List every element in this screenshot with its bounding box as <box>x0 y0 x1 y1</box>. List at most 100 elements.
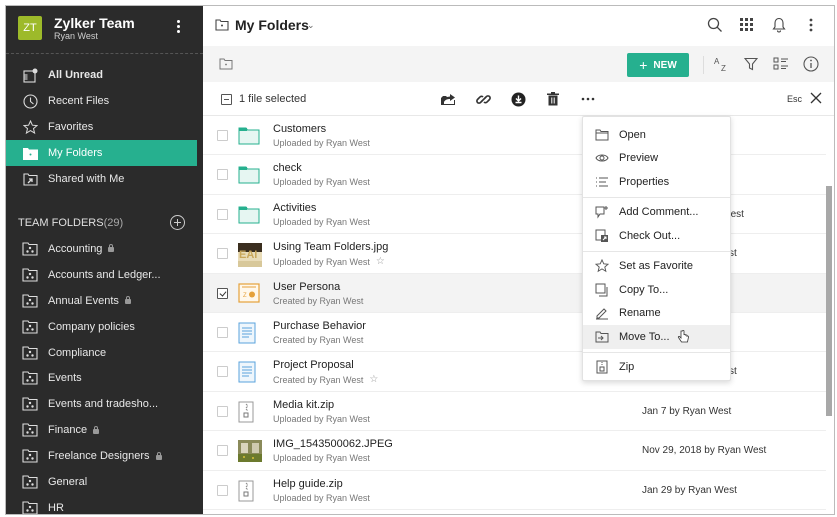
favorite-star-icon[interactable]: ☆ <box>376 256 385 267</box>
file-meta: Uploaded by Ryan West <box>273 453 370 463</box>
team-folder-item[interactable]: Compliance <box>6 340 203 366</box>
menu-item-preview[interactable]: Preview <box>583 147 730 171</box>
menu-divider <box>583 250 730 252</box>
team-folder-item[interactable]: Accounts and Ledger... <box>6 262 203 288</box>
file-checkbox[interactable] <box>217 287 228 299</box>
plus-icon: + <box>639 57 648 73</box>
scrollbar-thumb[interactable] <box>826 186 832 416</box>
scrollbar[interactable] <box>826 116 832 514</box>
team-folder-item[interactable]: General <box>6 469 203 495</box>
team-folder-item[interactable]: Company policies <box>6 314 203 340</box>
file-name[interactable]: IMG_1543500062.JPEG <box>273 438 393 450</box>
team-folder-icon <box>22 371 38 385</box>
info-icon[interactable] <box>802 55 820 73</box>
file-checkbox[interactable] <box>217 366 228 378</box>
file-name[interactable]: Help guide.zip <box>273 478 343 490</box>
team-avatar[interactable]: ZT <box>18 16 42 40</box>
sidebar-item-favorites[interactable]: Favorites <box>6 114 203 140</box>
file-checkbox[interactable] <box>217 445 228 457</box>
team-folders-list: Accounting Accounts and Ledger... Annual E… <box>6 236 203 514</box>
file-row[interactable]: Project Proposal Created by Ryan West ☆ st <box>203 352 826 392</box>
more-horizontal-icon[interactable] <box>579 90 597 108</box>
menu-item-open[interactable]: Open <box>583 123 730 147</box>
file-row[interactable]: Help guide.zip Uploaded by Ryan West Jan 2… <box>203 471 826 510</box>
menu-item-check-out[interactable]: Check Out... <box>583 224 730 248</box>
menu-item-properties[interactable]: Properties <box>583 170 730 194</box>
new-button[interactable]: + NEW <box>627 53 689 77</box>
team-name[interactable]: Zylker Team <box>54 15 135 31</box>
deselect-all-checkbox[interactable] <box>221 94 232 105</box>
file-row[interactable]: Customers Uploaded by Ryan West <box>203 116 826 156</box>
link-icon[interactable] <box>474 90 492 108</box>
file-row[interactable]: Media kit.zip Uploaded by Ryan West Jan 7 … <box>203 392 826 432</box>
image-file-icon: EAI <box>238 243 262 268</box>
unread-icon <box>22 67 38 83</box>
share-icon[interactable] <box>439 90 457 108</box>
file-row[interactable]: ActivitiesUploaded by Ryan Westn West <box>203 195 826 235</box>
menu-item-set-as-favorite[interactable]: Set as Favorite <box>583 255 730 279</box>
trash-icon[interactable] <box>544 90 562 108</box>
close-icon[interactable] <box>810 92 822 104</box>
team-folder-item[interactable]: HR <box>6 495 203 514</box>
team-menu-icon[interactable] <box>174 18 182 38</box>
view-list-icon[interactable] <box>772 55 790 73</box>
team-folder-icon <box>22 294 38 308</box>
team-folder-label: Accounts and Ledger... <box>48 268 161 281</box>
download-icon[interactable] <box>509 90 527 108</box>
file-checkbox[interactable] <box>217 484 228 496</box>
menu-item-rename[interactable]: Rename <box>583 302 730 326</box>
file-row[interactable]: check Uploaded by Ryan West <box>203 155 826 195</box>
favorite-star-icon[interactable]: ☆ <box>369 374 378 385</box>
file-name[interactable]: Activities <box>273 202 316 214</box>
file-name[interactable]: User Persona <box>273 281 340 293</box>
menu-item-move-to[interactable]: Move To... <box>583 325 730 349</box>
file-row[interactable]: Z User Persona Created by Ryan West <box>203 273 826 313</box>
file-checkbox[interactable] <box>217 130 228 141</box>
file-name[interactable]: Using Team Folders.jpg <box>273 241 388 253</box>
chevron-down-icon[interactable]: ⌄ <box>307 20 315 31</box>
team-folder-item[interactable]: Finance <box>6 417 203 443</box>
menu-item-add-comment[interactable]: Add Comment... <box>583 201 730 225</box>
sidebar-item-recent-files[interactable]: Recent Files <box>6 88 203 114</box>
file-row[interactable]: Purchase Behavior Created by Ryan West <box>203 313 826 353</box>
file-owner: Uploaded by Ryan West <box>273 453 370 464</box>
search-icon[interactable] <box>706 16 724 34</box>
file-name[interactable]: Project Proposal <box>273 359 354 371</box>
team-folder-item[interactable]: Annual Events <box>6 288 203 314</box>
team-folder-icon <box>22 345 38 360</box>
file-checkbox[interactable] <box>217 169 228 181</box>
team-folder-item[interactable]: Accounting <box>6 236 203 262</box>
menu-item-label: Rename <box>619 307 661 320</box>
file-checkbox[interactable] <box>217 208 228 220</box>
file-name[interactable]: Media kit.zip <box>273 399 334 411</box>
file-name[interactable]: Purchase Behavior <box>273 320 366 332</box>
sidebar-item-shared-with-me[interactable]: Shared with Me <box>6 166 203 192</box>
esc-label[interactable]: Esc <box>787 94 802 104</box>
current-folder-icon[interactable] <box>219 58 233 70</box>
page-title[interactable]: My Folders <box>235 17 309 33</box>
menu-item-zip[interactable]: Zip <box>583 356 730 380</box>
team-folder-item[interactable]: Freelance Designers <box>6 443 203 469</box>
file-row[interactable]: IMG_1543500062.JPEG Uploaded by Ryan West… <box>203 431 826 471</box>
menu-item-copy-to[interactable]: Copy To... <box>583 278 730 302</box>
folder-icon <box>215 19 229 31</box>
bell-icon[interactable] <box>770 16 788 34</box>
file-checkbox[interactable] <box>217 405 228 417</box>
file-name[interactable]: Customers <box>273 123 326 135</box>
team-folder-item[interactable]: Events <box>6 365 203 391</box>
filter-icon[interactable] <box>742 55 760 73</box>
file-checkbox[interactable] <box>217 326 228 338</box>
context-menu: Open Preview Properties Add Comment... Check… <box>582 116 731 381</box>
sort-az-icon[interactable]: AZ <box>712 55 730 73</box>
apps-grid-icon[interactable] <box>738 16 756 34</box>
sidebar-item-all-unread[interactable]: All Unread <box>6 62 203 88</box>
team-folders-header: TEAM FOLDERS (29) <box>6 210 203 236</box>
sidebar-item-my-folders[interactable]: My Folders <box>6 140 197 166</box>
team-folder-item[interactable]: Events and tradesho... <box>6 391 203 417</box>
file-name[interactable]: check <box>273 162 302 174</box>
file-checkbox[interactable] <box>217 248 228 260</box>
add-team-folder-icon[interactable] <box>170 215 185 230</box>
app-window: ZT Zylker Team Ryan West All Unread Recen… <box>5 5 835 515</box>
file-row[interactable]: EAI Using Team Folders.jpg Uploaded by Rya… <box>203 234 826 274</box>
more-vertical-icon[interactable] <box>802 16 820 34</box>
